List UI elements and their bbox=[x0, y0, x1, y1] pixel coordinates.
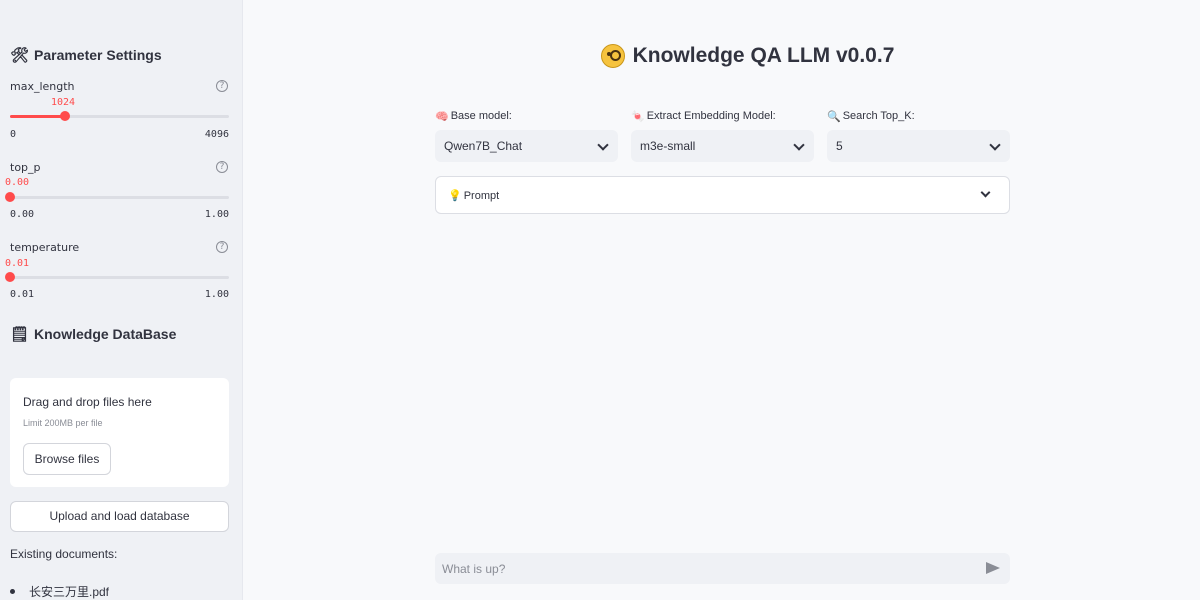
list-item: 长安三万里.pdf bbox=[10, 583, 109, 600]
select-label-text: Base model: bbox=[450, 110, 512, 122]
chat-input[interactable] bbox=[435, 553, 965, 584]
slider-label: temperature bbox=[10, 241, 80, 254]
knowledge-database-heading: 🗒 Knowledge DataBase bbox=[10, 325, 176, 343]
search-topk-select[interactable]: 5 bbox=[827, 130, 1010, 162]
slider-value: 0.00 bbox=[5, 177, 30, 188]
slider-top-p: top_p ? 0.00 0.00 1.00 bbox=[5, 161, 229, 223]
slider-fill bbox=[10, 115, 65, 118]
existing-documents-label: Existing documents: bbox=[10, 547, 118, 561]
search-topk-label: 🔍 Search Top_K: bbox=[827, 109, 1010, 123]
brain-icon: 🧠 bbox=[435, 110, 449, 123]
note-icon: 🗒 bbox=[10, 326, 30, 343]
bullet-icon bbox=[10, 589, 15, 594]
chat-input-container bbox=[435, 553, 1010, 584]
slider-track[interactable] bbox=[5, 272, 229, 282]
slider-max-length: max_length ? 1024 0 4096 bbox=[10, 80, 229, 142]
chevron-down-icon bbox=[980, 187, 991, 198]
slider-max: 1.00 bbox=[204, 289, 229, 300]
file-limit-text: Limit 200MB per file bbox=[23, 418, 103, 428]
select-label-text: Search Top_K: bbox=[842, 110, 915, 122]
slider-value: 0.01 bbox=[5, 258, 30, 269]
magnifier-icon: 🔍 bbox=[827, 110, 841, 123]
select-value: 5 bbox=[836, 139, 843, 153]
chevron-down-icon bbox=[597, 139, 609, 151]
slider-track[interactable] bbox=[10, 111, 229, 121]
upload-load-database-button[interactable]: Upload and load database bbox=[10, 501, 229, 532]
help-icon[interactable]: ? bbox=[216, 80, 228, 92]
chevron-down-icon bbox=[989, 139, 1001, 151]
browse-files-button[interactable]: Browse files bbox=[23, 443, 111, 475]
base-model-select[interactable]: Qwen7B_Chat bbox=[435, 130, 618, 162]
slider-min: 0 bbox=[10, 129, 17, 140]
slider-max: 1.00 bbox=[204, 209, 229, 220]
search-topk-select-group: 🔍 Search Top_K: 5 bbox=[827, 109, 1010, 162]
prompt-label-text: Prompt bbox=[463, 189, 500, 202]
face-with-monocle-icon bbox=[600, 44, 625, 68]
slider-max: 4096 bbox=[204, 129, 229, 140]
base-model-label: 🧠 Base model: bbox=[435, 109, 618, 123]
help-icon[interactable]: ? bbox=[216, 161, 228, 173]
slider-value: 1024 bbox=[51, 97, 76, 108]
page-title: Knowledge QA LLM v0.0.7 bbox=[0, 44, 1200, 74]
prompt-label: 💡 Prompt bbox=[448, 189, 500, 203]
slider-thumb[interactable] bbox=[5, 192, 15, 202]
embedding-model-select[interactable]: m3e-small bbox=[631, 130, 814, 162]
select-value: m3e-small bbox=[640, 139, 696, 153]
slider-label: top_p bbox=[10, 161, 41, 174]
slider-label: max_length bbox=[10, 80, 75, 93]
base-model-select-group: 🧠 Base model: Qwen7B_Chat bbox=[435, 109, 618, 162]
slider-thumb[interactable] bbox=[5, 272, 15, 282]
document-name: 长安三万里.pdf bbox=[29, 585, 110, 599]
select-label-text: Extract Embedding Model: bbox=[646, 110, 776, 122]
drag-drop-text: Drag and drop files here bbox=[23, 395, 152, 409]
help-icon[interactable]: ? bbox=[216, 241, 228, 253]
candy-icon: 🍬 bbox=[631, 110, 645, 123]
send-icon[interactable] bbox=[986, 562, 1000, 574]
file-uploader[interactable]: Drag and drop files here Limit 200MB per… bbox=[10, 378, 229, 487]
knowledge-database-label: Knowledge DataBase bbox=[34, 326, 177, 342]
select-value: Qwen7B_Chat bbox=[444, 139, 523, 153]
slider-min: 0.01 bbox=[10, 289, 35, 300]
sidebar: 🛠 Parameter Settings max_length ? 1024 0… bbox=[0, 0, 243, 600]
slider-thumb[interactable] bbox=[60, 111, 70, 121]
slider-min: 0.00 bbox=[10, 209, 35, 220]
page-title-text: Knowledge QA LLM v0.0.7 bbox=[632, 44, 895, 67]
prompt-expander[interactable]: 💡 Prompt bbox=[435, 176, 1010, 214]
lightbulb-icon: 💡 bbox=[448, 190, 462, 202]
embedding-model-select-group: 🍬 Extract Embedding Model: m3e-small bbox=[631, 109, 814, 162]
embedding-model-label: 🍬 Extract Embedding Model: bbox=[631, 109, 814, 123]
chevron-down-icon bbox=[793, 139, 805, 151]
slider-track[interactable] bbox=[5, 192, 229, 202]
slider-temperature: temperature ? 0.01 0.01 1.00 bbox=[5, 241, 229, 303]
